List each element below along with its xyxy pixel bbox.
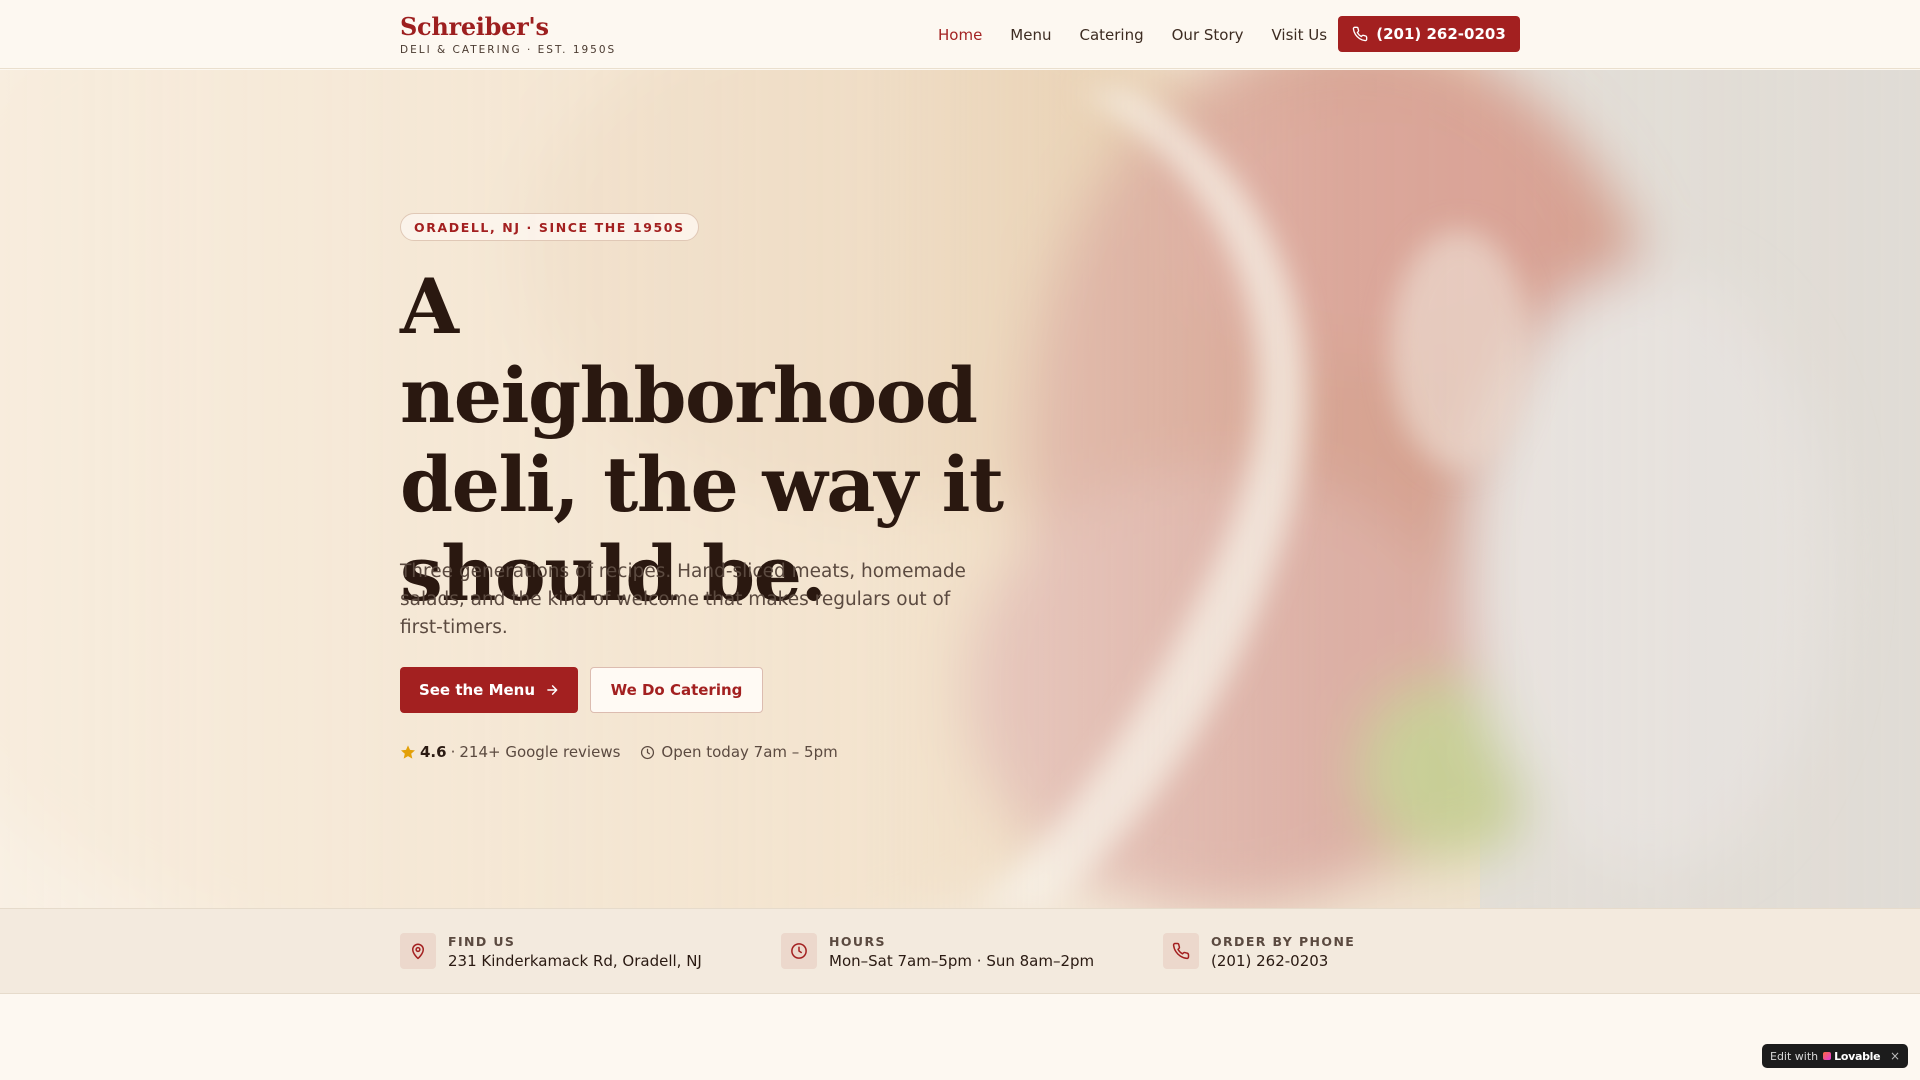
lovable-logo-icon: [1823, 1052, 1832, 1060]
close-icon[interactable]: ×: [1890, 1049, 1900, 1063]
location-badge: ORADELL, NJ · SINCE THE 1950S: [400, 213, 699, 241]
catering-button[interactable]: We Do Catering: [590, 667, 763, 713]
main-nav: Home Menu Catering Our Story Visit Us: [938, 0, 1327, 69]
info-icon-wrap: [781, 933, 817, 969]
nav-catering[interactable]: Catering: [1079, 26, 1143, 44]
info-bar: FIND US 231 Kinderkamack Rd, Oradell, NJ…: [0, 908, 1920, 994]
header-phone-button[interactable]: (201) 262-0203: [1338, 16, 1520, 52]
info-label: FIND US: [448, 934, 516, 949]
phone-icon: [1172, 942, 1190, 960]
info-icon-wrap: [400, 933, 436, 969]
brand-logo[interactable]: Schreiber's DELI & CATERING · EST. 1950S: [400, 12, 616, 57]
info-hours: HOURS Mon–Sat 7am–5pm · Sun 8am–2pm: [781, 933, 1094, 971]
hero-meta: 4.6 · 214+ Google reviews Open today 7am…: [400, 743, 838, 761]
info-order-by-phone[interactable]: ORDER BY PHONE (201) 262-0203: [1163, 933, 1355, 971]
info-icon-wrap: [1163, 933, 1199, 969]
star-icon: [401, 745, 415, 759]
headline-line-1: A neighborhood: [400, 262, 978, 440]
lovable-prefix: Edit with: [1770, 1049, 1819, 1063]
nav-menu[interactable]: Menu: [1010, 26, 1051, 44]
clock-icon: [791, 943, 807, 959]
reviews-count: 214+ Google reviews: [459, 743, 621, 761]
nav-visit-us[interactable]: Visit Us: [1272, 26, 1328, 44]
lovable-badge[interactable]: Edit with Lovable ×: [1762, 1044, 1908, 1068]
brand-name: Schreiber's: [400, 12, 549, 41]
hero-section: ORADELL, NJ · SINCE THE 1950S A neighbor…: [0, 70, 1920, 908]
nav-our-story[interactable]: Our Story: [1172, 26, 1244, 44]
info-value: 231 Kinderkamack Rd, Oradell, NJ: [448, 952, 702, 970]
info-value: Mon–Sat 7am–5pm · Sun 8am–2pm: [829, 952, 1095, 970]
map-pin-icon: [412, 943, 424, 960]
lovable-brand-text: Lovable: [1834, 1049, 1881, 1063]
headline-line-2: deli, the way it: [400, 440, 1004, 529]
catering-label: We Do Catering: [610, 681, 743, 699]
open-today: Open today 7am – 5pm: [640, 743, 838, 761]
arrow-right-icon: [547, 685, 558, 695]
header-phone-label: (201) 262-0203: [1376, 25, 1506, 43]
hero-content: ORADELL, NJ · SINCE THE 1950S A neighbor…: [400, 70, 1040, 908]
info-label: ORDER BY PHONE: [1211, 934, 1356, 949]
lovable-brand: Lovable: [1823, 1049, 1881, 1063]
info-find-us[interactable]: FIND US 231 Kinderkamack Rd, Oradell, NJ: [400, 933, 702, 971]
hero-subtext: Three generations of recipes. Hand-slice…: [400, 561, 966, 638]
meta-separator: ·: [450, 743, 456, 761]
brand-tagline: DELI & CATERING · EST. 1950S: [400, 44, 617, 56]
open-today-text: Open today 7am – 5pm: [661, 743, 838, 761]
phone-icon: [1352, 26, 1368, 42]
clock-icon: [641, 745, 655, 759]
info-label: HOURS: [829, 934, 886, 949]
rating-value: 4.6: [420, 743, 447, 761]
info-value: (201) 262-0203: [1211, 952, 1329, 970]
nav-home[interactable]: Home: [938, 26, 982, 44]
see-menu-button[interactable]: See the Menu: [400, 667, 578, 713]
site-header: Schreiber's DELI & CATERING · EST. 1950S…: [0, 0, 1920, 69]
see-menu-label: See the Menu: [418, 681, 536, 699]
